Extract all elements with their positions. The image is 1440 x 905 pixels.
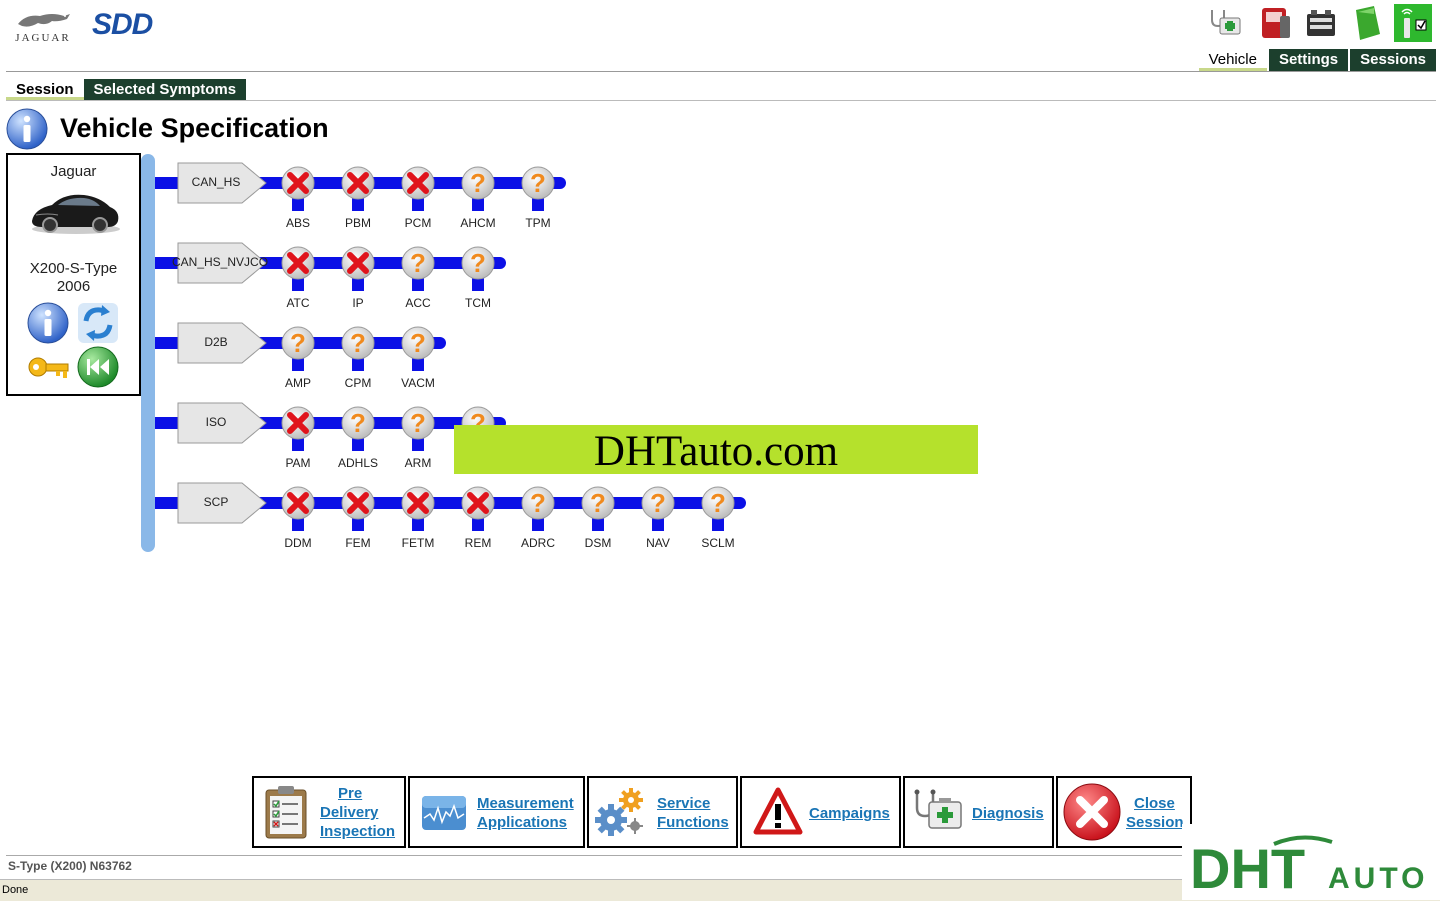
- module-node[interactable]: [461, 486, 495, 531]
- module-node[interactable]: ?: [521, 166, 555, 211]
- unknown-question-icon: ?: [410, 408, 426, 438]
- module-node[interactable]: [341, 486, 375, 531]
- module-node[interactable]: [281, 406, 315, 451]
- close-session-label: Close Session: [1126, 795, 1184, 831]
- campaigns-label: Campaigns: [809, 805, 890, 822]
- dht-logo-main: DHT: [1190, 837, 1305, 900]
- measurement-applications-button[interactable]: Measurement Applications: [408, 776, 585, 848]
- module-node[interactable]: ?: [461, 166, 495, 211]
- module-node[interactable]: [341, 166, 375, 211]
- bus-label-arrow: [177, 322, 267, 364]
- module-node[interactable]: ?: [341, 406, 375, 451]
- unknown-question-icon: ?: [530, 168, 546, 198]
- service-functions-button[interactable]: Service Functions: [587, 776, 738, 848]
- module-node[interactable]: ?: [641, 486, 675, 531]
- pdi-label: Pre Delivery Inspection: [320, 785, 396, 840]
- waveform-icon: [418, 784, 470, 840]
- gears-icon: [593, 784, 645, 840]
- module-node[interactable]: ?: [701, 486, 735, 531]
- unknown-question-icon: ?: [350, 408, 366, 438]
- module-node[interactable]: [281, 486, 315, 531]
- watermark-text: DHTauto.com: [593, 428, 839, 475]
- module-node[interactable]: [401, 166, 435, 211]
- bus-stub: [155, 177, 181, 189]
- unknown-question-icon: ?: [470, 248, 486, 278]
- vehicle-status-text: S-Type (X200) N63762: [8, 859, 132, 873]
- bus-row-1: ??: [155, 242, 506, 291]
- module-node[interactable]: ?: [341, 326, 375, 371]
- module-node[interactable]: ?: [581, 486, 615, 531]
- dht-auto-logo: DHT AUTO: [1182, 824, 1440, 900]
- unknown-question-icon: ?: [530, 488, 546, 518]
- bus-row-4: ????: [155, 482, 746, 531]
- unknown-question-icon: ?: [410, 328, 426, 358]
- unknown-question-icon: ?: [290, 328, 306, 358]
- module-node[interactable]: [281, 246, 315, 291]
- bus-label-arrow: [177, 242, 267, 284]
- bus-end-cap: [434, 337, 446, 349]
- unknown-question-icon: ?: [470, 168, 486, 198]
- bus-stub: [155, 497, 181, 509]
- module-node[interactable]: [401, 486, 435, 531]
- unknown-question-icon: ?: [350, 328, 366, 358]
- clipboard-icon: [260, 784, 312, 840]
- module-node[interactable]: ?: [401, 246, 435, 291]
- campaigns-button[interactable]: Campaigns: [740, 776, 901, 848]
- dht-logo-sub: AUTO: [1328, 862, 1428, 895]
- module-node[interactable]: ?: [521, 486, 555, 531]
- stethoscope-kit-icon: [911, 784, 963, 840]
- module-node[interactable]: ?: [401, 406, 435, 451]
- service-functions-label: Service Functions: [657, 795, 729, 831]
- bus-end-cap: [734, 497, 746, 509]
- watermark-banner: DHTauto.com: [454, 425, 978, 475]
- bus-row-0: ??: [155, 162, 566, 211]
- unknown-question-icon: ?: [410, 248, 426, 278]
- bus-stub: [155, 337, 181, 349]
- module-node[interactable]: ?: [461, 246, 495, 291]
- bus-label-arrow: [177, 402, 267, 444]
- module-node[interactable]: ?: [281, 326, 315, 371]
- bus-label-arrow: [177, 162, 267, 204]
- close-session-button[interactable]: Close Session: [1056, 776, 1192, 848]
- diagnosis-button[interactable]: Diagnosis: [903, 776, 1054, 848]
- bus-stub: [155, 257, 181, 269]
- unknown-question-icon: ?: [710, 488, 726, 518]
- bus-end-cap: [494, 257, 506, 269]
- bus-end-cap: [554, 177, 566, 189]
- bus-row-2: ???: [155, 322, 446, 371]
- warning-icon: [752, 784, 804, 840]
- measurement-label: Measurement Applications: [477, 795, 574, 831]
- close-red-icon: [1062, 782, 1121, 841]
- unknown-question-icon: ?: [590, 488, 606, 518]
- browser-status-text: Done: [2, 884, 29, 896]
- module-node[interactable]: ?: [401, 326, 435, 371]
- module-node[interactable]: [281, 166, 315, 211]
- pre-delivery-inspection-button[interactable]: Pre Delivery Inspection: [252, 776, 406, 848]
- status-bar: [6, 855, 1186, 878]
- bus-label-arrow: [177, 482, 267, 524]
- bus-stub: [155, 417, 181, 429]
- module-node[interactable]: [341, 246, 375, 291]
- diagnosis-label: Diagnosis: [972, 805, 1044, 822]
- unknown-question-icon: ?: [650, 488, 666, 518]
